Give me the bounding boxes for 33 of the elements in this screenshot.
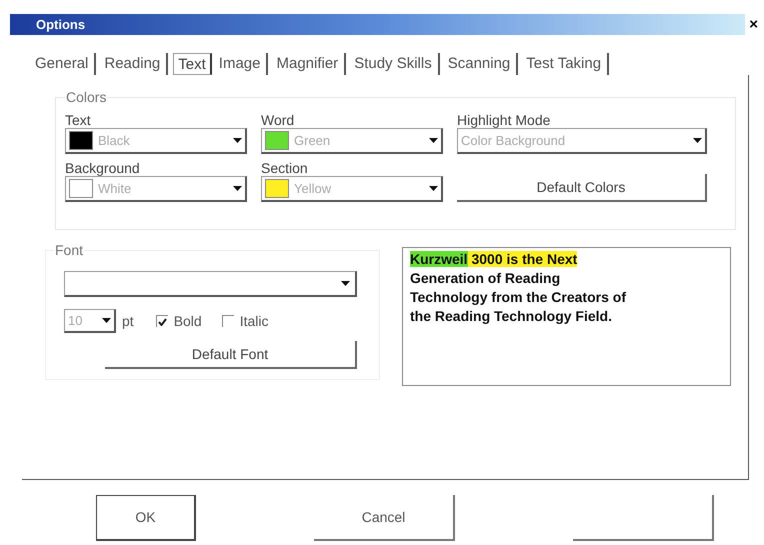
group-title: Font	[54, 241, 84, 260]
dropdown-arrow-icon	[429, 138, 438, 143]
dialog-button[interactable]	[573, 495, 714, 541]
checkbox[interactable]: Italic	[222, 310, 269, 332]
field-label: Text	[65, 112, 92, 128]
field-label: Background	[65, 160, 141, 176]
dialog-button[interactable]: OK	[96, 495, 196, 541]
field-label: Word	[261, 112, 296, 128]
dropdown-arrow-icon	[341, 281, 350, 286]
group-title: Colors	[65, 88, 108, 107]
font-dropdown[interactable]	[64, 271, 357, 297]
unit-label: pt	[122, 312, 134, 331]
default-font-button[interactable]: Default Font	[105, 341, 357, 369]
tab[interactable]: Reading	[101, 53, 168, 75]
dropdown-arrow-icon	[429, 186, 438, 191]
tab[interactable]: Scanning	[444, 53, 518, 75]
dropdown-arrow-icon	[693, 138, 702, 143]
tab[interactable]: Text	[173, 53, 212, 75]
tab[interactable]: Test Taking	[523, 53, 610, 75]
window-title: Options	[36, 16, 86, 34]
tab[interactable]: Magnifier	[273, 53, 346, 75]
field-label: Section	[261, 160, 309, 176]
checkbox[interactable]: Bold	[156, 310, 202, 332]
dropdown-arrow-icon	[233, 186, 242, 191]
dropdown-arrow-icon	[102, 318, 111, 323]
default-colors-button[interactable]: Default Colors	[457, 174, 707, 202]
tab[interactable]: Study Skills	[351, 53, 440, 75]
tab[interactable]: Image	[216, 53, 268, 75]
field-label: Highlight Mode	[457, 112, 552, 128]
dialog-button[interactable]: Cancel	[314, 495, 455, 541]
dropdown-arrow-icon	[233, 138, 242, 143]
tab[interactable]: General	[32, 53, 96, 75]
close-button[interactable]: ×	[749, 17, 758, 32]
